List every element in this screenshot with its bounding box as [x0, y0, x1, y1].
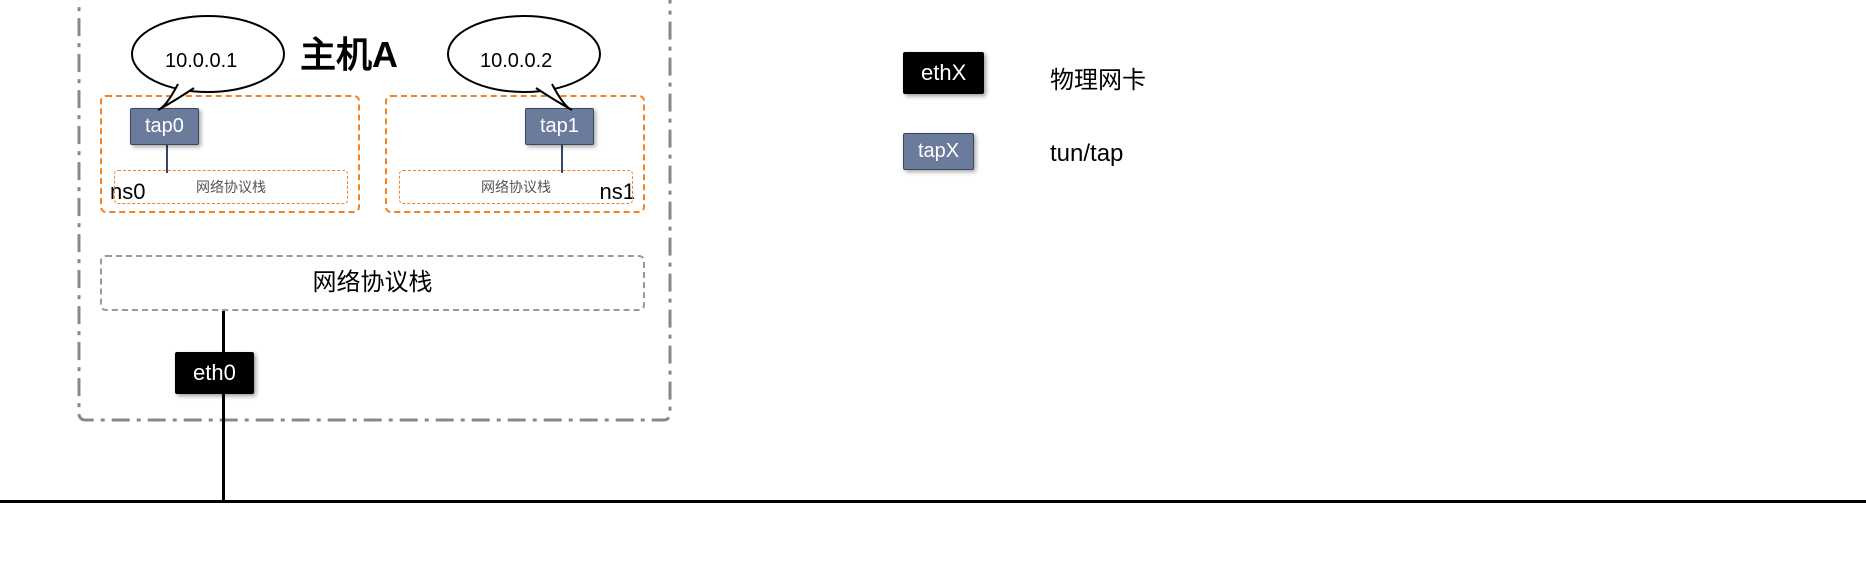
legend-tapx-desc: tun/tap	[1050, 140, 1123, 168]
eth0-connector	[222, 311, 225, 500]
main-network-stack: 网络协议栈	[100, 255, 645, 311]
legend-ethx-desc: 物理网卡	[1050, 60, 1146, 95]
ip-ns0: 10.0.0.1	[165, 50, 237, 73]
legend-ethx-box: ethX	[903, 52, 984, 94]
legend-tapx-box: tapX	[903, 133, 974, 170]
tap0-box: tap0	[130, 108, 199, 145]
ns1-stack: 网络协议栈	[399, 170, 633, 204]
host-title: 主机A	[300, 26, 398, 78]
tap1-box: tap1	[525, 108, 594, 145]
tap0-connector	[166, 143, 168, 173]
eth0-box: eth0	[175, 352, 254, 394]
ns0-stack: 网络协议栈	[114, 170, 348, 204]
ip-ns1: 10.0.0.2	[480, 50, 552, 73]
tap1-connector	[561, 143, 563, 173]
network-baseline	[0, 500, 1866, 503]
